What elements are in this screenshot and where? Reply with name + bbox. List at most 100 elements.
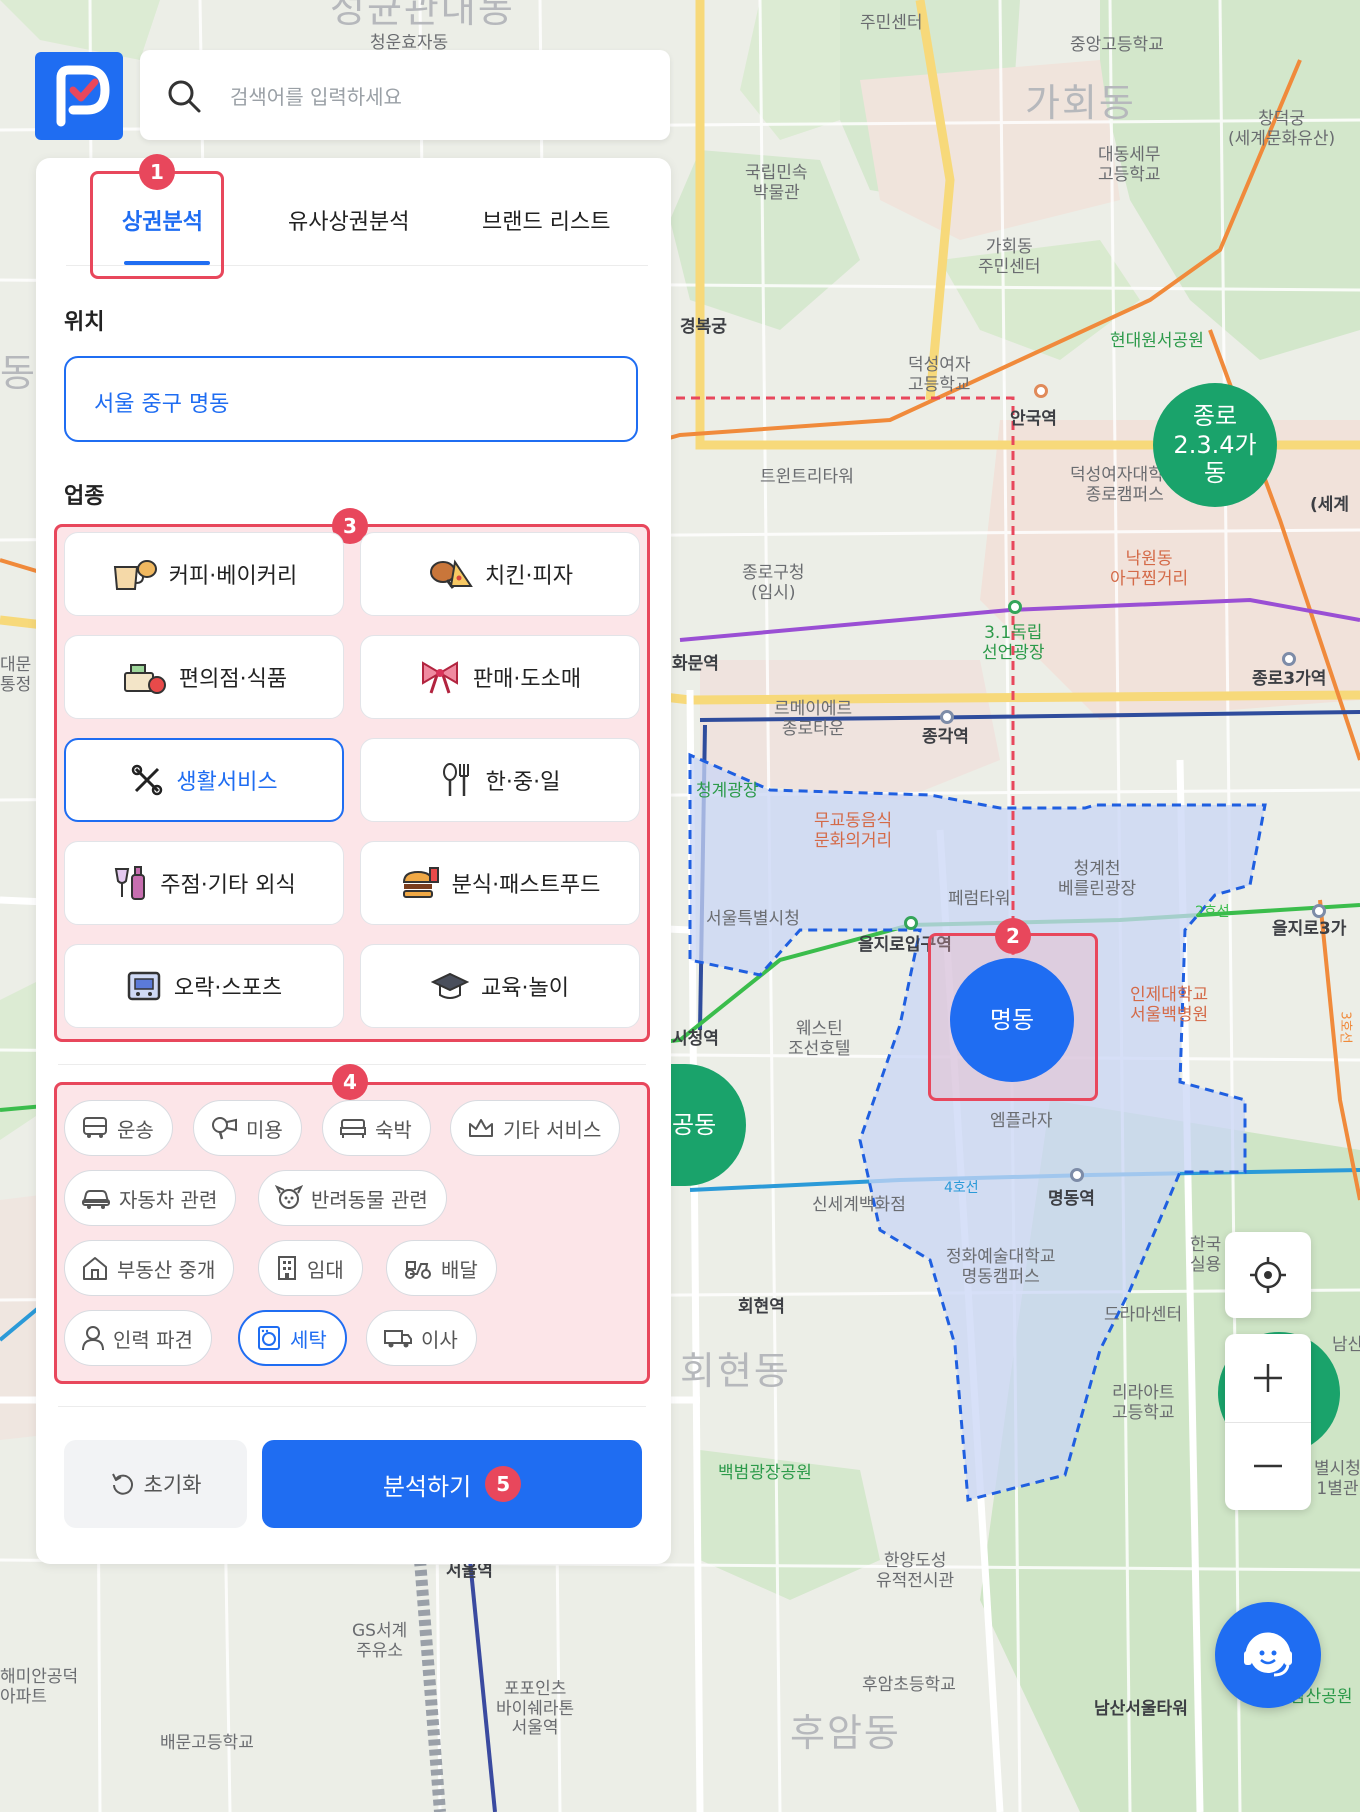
truck-icon xyxy=(384,1330,412,1348)
chip-label: 배달 xyxy=(441,1257,478,1282)
search-icon[interactable] xyxy=(166,78,202,114)
map-label: 가회동 주민센터 xyxy=(978,237,1041,277)
washing-machine-icon xyxy=(258,1326,280,1350)
chip-moving[interactable]: 이사 xyxy=(366,1310,477,1366)
map-label: 대동세무 고등학교 xyxy=(1098,145,1161,185)
chip-label: 세탁 xyxy=(290,1327,327,1352)
game-icon xyxy=(127,971,161,1001)
annotation-badge-4: 4 xyxy=(332,1064,368,1100)
annotation-badge-2: 2 xyxy=(995,918,1031,954)
current-location-button[interactable] xyxy=(1225,1232,1311,1318)
logo-icon xyxy=(56,65,110,127)
analyze-button[interactable]: 분석하기 5 xyxy=(262,1440,642,1528)
map-label: 웨스틴 조선호텔 xyxy=(788,1019,851,1059)
chip-label: 미용 xyxy=(246,1117,283,1142)
map-label: 서울역 xyxy=(446,1561,493,1581)
chip-label: 인력 파견 xyxy=(113,1327,193,1352)
person-icon xyxy=(82,1326,104,1351)
analysis-panel: 상권분석 유사상권분석 브랜드 리스트 1 위치 서울 중구 명동 업종 3 커… xyxy=(36,154,671,1564)
chip-other-service[interactable]: 기타 서비스 xyxy=(450,1100,621,1156)
category-convenience-food[interactable]: 편의점·식품 xyxy=(64,635,344,719)
chip-delivery[interactable]: 배달 xyxy=(386,1240,497,1296)
map-label: 신세계백화점 xyxy=(812,1195,906,1215)
chip-rental[interactable]: 임대 xyxy=(258,1240,363,1296)
reset-button[interactable]: 초기화 xyxy=(64,1440,247,1528)
chip-lodging[interactable]: 숙박 xyxy=(322,1100,431,1156)
map-label: 명동역 xyxy=(1048,1189,1095,1209)
zoom-in-button[interactable] xyxy=(1225,1334,1311,1423)
map-label: 남산서울타워 xyxy=(1094,1699,1188,1719)
map-label: 종각역 xyxy=(922,727,969,747)
map-label: 국립민속 박물관 xyxy=(745,163,808,203)
zoom-out-button[interactable] xyxy=(1225,1423,1311,1511)
graduation-cap-icon xyxy=(431,972,470,999)
map-label: 청계광장 xyxy=(696,781,759,801)
district-circle-jongno[interactable]: 종로 2.3.4가 동 xyxy=(1153,383,1277,507)
park-marker[interactable] xyxy=(1008,600,1022,614)
map-label: 후암동 xyxy=(790,1711,901,1755)
divider xyxy=(58,1406,646,1407)
station-marker[interactable] xyxy=(1312,904,1326,918)
map-label: 포포인츠 바이쉐라톤 서울역 xyxy=(496,1679,575,1739)
hair-dryer-icon xyxy=(212,1117,237,1140)
station-marker[interactable] xyxy=(940,710,954,724)
location-field[interactable]: 서울 중구 명동 xyxy=(64,356,638,442)
map-label: GS서계 주유소 xyxy=(352,1621,408,1661)
selected-area-marker[interactable]: 명동 xyxy=(950,958,1074,1082)
category-label-text: 오락·스포츠 xyxy=(173,976,283,1001)
location-value: 서울 중구 명동 xyxy=(94,392,230,417)
tab-brand-list[interactable]: 브랜드 리스트 xyxy=(482,204,610,236)
chip-beauty[interactable]: 미용 xyxy=(193,1100,302,1156)
station-marker[interactable] xyxy=(1034,384,1048,398)
location-label: 위치 xyxy=(64,310,105,335)
category-label-text: 판매·도소매 xyxy=(472,667,582,692)
map-label: 덕성여자 고등학교 xyxy=(908,355,971,395)
map-label: 드라마센터 xyxy=(1104,1305,1183,1325)
chip-label: 부동산 중개 xyxy=(117,1257,216,1282)
chip-staffing[interactable]: 인력 파견 xyxy=(64,1310,212,1366)
search-input[interactable] xyxy=(228,74,652,120)
map-label: 창덕궁 (세계문화유산) xyxy=(1228,109,1336,149)
crosshair-icon xyxy=(1250,1257,1286,1293)
reset-label: 초기화 xyxy=(143,1473,202,1497)
chip-label: 운송 xyxy=(117,1117,154,1142)
chip-real-estate-brokerage[interactable]: 부동산 중개 xyxy=(64,1240,235,1296)
chip-automotive[interactable]: 자동차 관련 xyxy=(64,1170,237,1226)
chip-transport[interactable]: 운송 xyxy=(64,1100,173,1156)
category-label-text: 분식·패스트푸드 xyxy=(451,873,601,898)
app-logo[interactable] xyxy=(35,52,123,140)
map-label: 시청역 xyxy=(672,1029,719,1049)
dog-icon xyxy=(275,1185,303,1209)
map-label: 을지로3가 xyxy=(1272,919,1347,939)
map-label: 대문 통정 xyxy=(0,655,32,695)
map-label: 동 xyxy=(0,351,37,395)
map-label: 인제대학교 서울백병원 xyxy=(1130,985,1209,1025)
category-bar-other-dining[interactable]: 주점·기타 외식 xyxy=(64,841,344,925)
category-korean-chinese-japanese[interactable]: 한·중·일 xyxy=(360,738,640,822)
utensils-icon xyxy=(442,763,469,796)
map-label: 무교동음식 문화의거리 xyxy=(814,811,893,851)
category-chicken-pizza[interactable]: 치킨·피자 xyxy=(360,532,640,616)
map-label: 정화예술대학교 명동캠퍼스 xyxy=(946,1247,1056,1287)
chip-pet[interactable]: 반려동물 관련 xyxy=(258,1170,447,1226)
category-coffee-bakery[interactable]: 커피·베이커리 xyxy=(64,532,344,616)
category-education-play[interactable]: 교육·놀이 xyxy=(360,944,640,1028)
map-label: 3.1독립 선언광장 xyxy=(982,623,1045,663)
category-living-service[interactable]: 생활서비스 xyxy=(64,738,344,822)
station-marker[interactable] xyxy=(904,916,918,930)
tab-similar-market-analysis[interactable]: 유사상권분석 xyxy=(288,204,409,236)
category-label-text: 교육·놀이 xyxy=(481,976,569,1001)
category-snack-fastfood[interactable]: 분식·패스트푸드 xyxy=(360,841,640,925)
category-retail-wholesale[interactable]: 판매·도소매 xyxy=(360,635,640,719)
station-marker[interactable] xyxy=(1070,1168,1084,1182)
chip-laundry[interactable]: 세탁 xyxy=(238,1310,347,1366)
map-label: 백범광장공원 xyxy=(718,1463,812,1483)
support-chat-button[interactable] xyxy=(1215,1602,1321,1708)
building-icon xyxy=(278,1256,296,1280)
station-marker[interactable] xyxy=(1282,652,1296,666)
map-label: 회현역 xyxy=(738,1297,785,1317)
map-label: (세계 xyxy=(1310,495,1350,515)
gift-bow-icon xyxy=(421,661,458,694)
chip-label: 이사 xyxy=(421,1327,458,1352)
category-entertainment-sports[interactable]: 오락·스포츠 xyxy=(64,944,344,1028)
